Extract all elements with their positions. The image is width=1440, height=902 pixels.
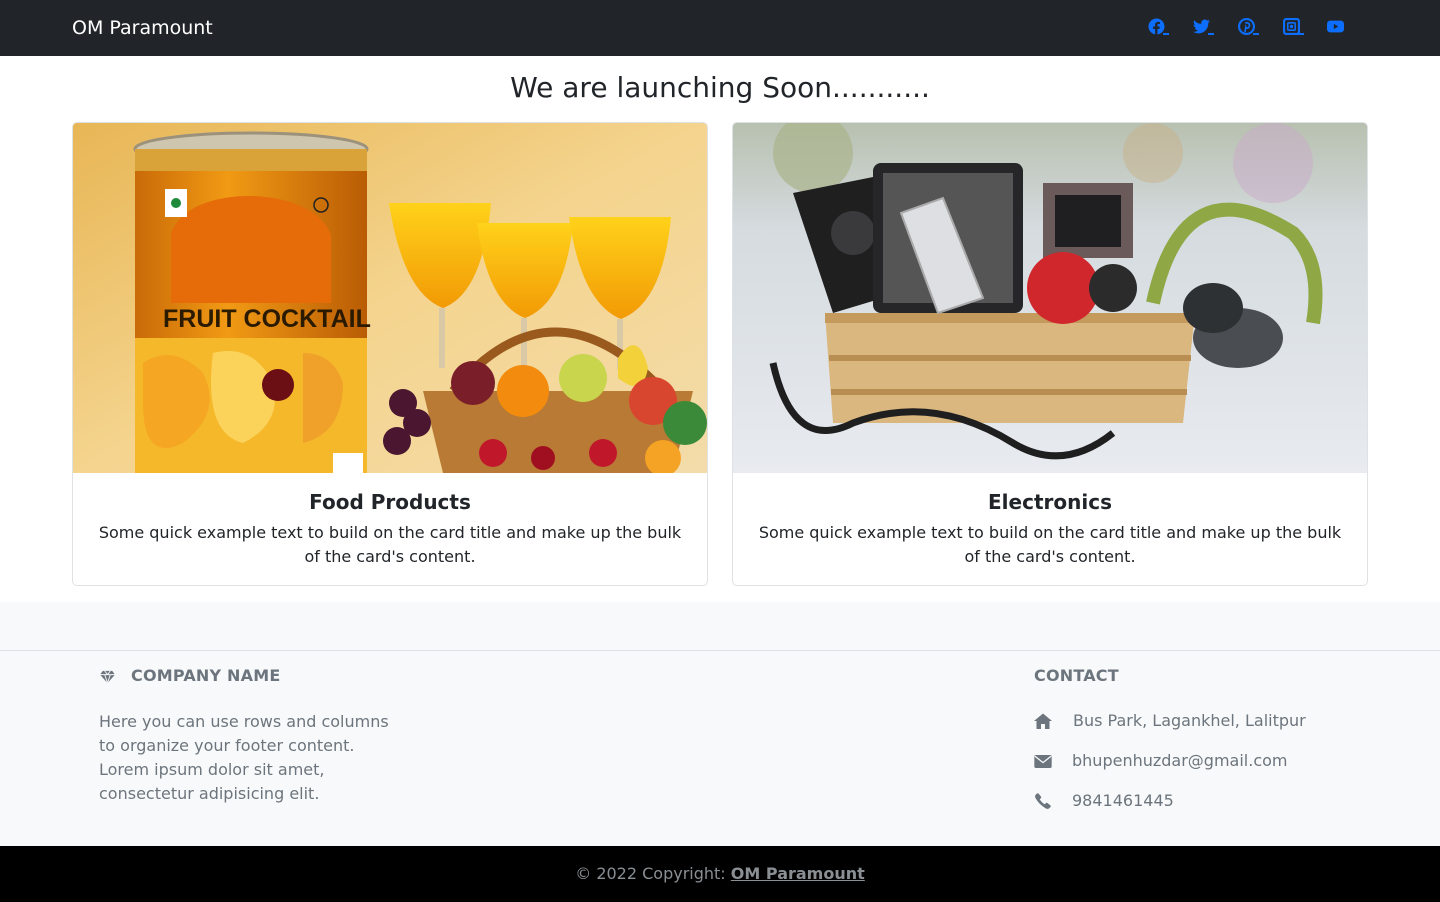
contact-heading: CONTACT: [1034, 666, 1119, 685]
company-description: Here you can use rows and columns to org…: [99, 712, 389, 803]
card-electronics: Electronics Some quick example text to b…: [732, 122, 1368, 586]
phone-text: 9841461445: [1072, 791, 1174, 810]
home-icon: [1034, 713, 1052, 729]
can-label-text: FRUIT COCKTAIL: [163, 305, 371, 333]
navbar-brand[interactable]: OM Paramount: [72, 16, 213, 40]
link-underline: [1163, 33, 1169, 35]
footer-divider: [0, 650, 1440, 651]
company-heading: COMPANY NAME: [99, 666, 280, 686]
contact-email: bhupenhuzdar@gmail.com: [1034, 749, 1288, 773]
address-text: Bus Park, Lagankhel, Lalitpur: [1073, 711, 1306, 730]
contact-address: Bus Park, Lagankhel, Lalitpur: [1034, 709, 1306, 733]
pinterest-link[interactable]: [1238, 18, 1260, 38]
card-food-products: FRUIT COCKTAIL Food Products Some quick …: [72, 122, 708, 586]
gem-icon: [100, 670, 115, 684]
food-products-image: FRUIT COCKTAIL: [73, 123, 707, 473]
company-heading-text: COMPANY NAME: [131, 666, 281, 685]
youtube-link[interactable]: [1327, 18, 1349, 38]
link-underline: [1253, 33, 1259, 35]
youtube-icon: [1327, 20, 1344, 33]
copyright-text: © 2022 Copyright:: [575, 864, 726, 883]
link-underline: [1208, 33, 1214, 35]
card-text: Some quick example text to build on the …: [98, 523, 682, 566]
link-underline: [1298, 33, 1304, 35]
navbar: OM Paramount: [0, 0, 1440, 56]
twitter-link[interactable]: [1193, 18, 1215, 38]
envelope-icon: [1034, 754, 1052, 768]
card-text: Some quick example text to build on the …: [758, 523, 1342, 566]
contact-phone: 9841461445: [1034, 789, 1174, 813]
footer: COMPANY NAME Here you can use rows and c…: [0, 602, 1440, 846]
card-title: Food Products: [309, 490, 471, 514]
launch-headline: We are launching Soon...........: [510, 71, 930, 104]
card-title: Electronics: [988, 490, 1112, 514]
instagram-link[interactable]: [1283, 18, 1305, 38]
facebook-link[interactable]: [1148, 18, 1170, 38]
electronics-image: [733, 123, 1367, 473]
copyright-link[interactable]: OM Paramount: [731, 864, 865, 883]
email-text: bhupenhuzdar@gmail.com: [1072, 751, 1288, 770]
phone-icon: [1035, 793, 1051, 809]
copyright-bar: © 2022 Copyright: OM Paramount: [0, 846, 1440, 902]
